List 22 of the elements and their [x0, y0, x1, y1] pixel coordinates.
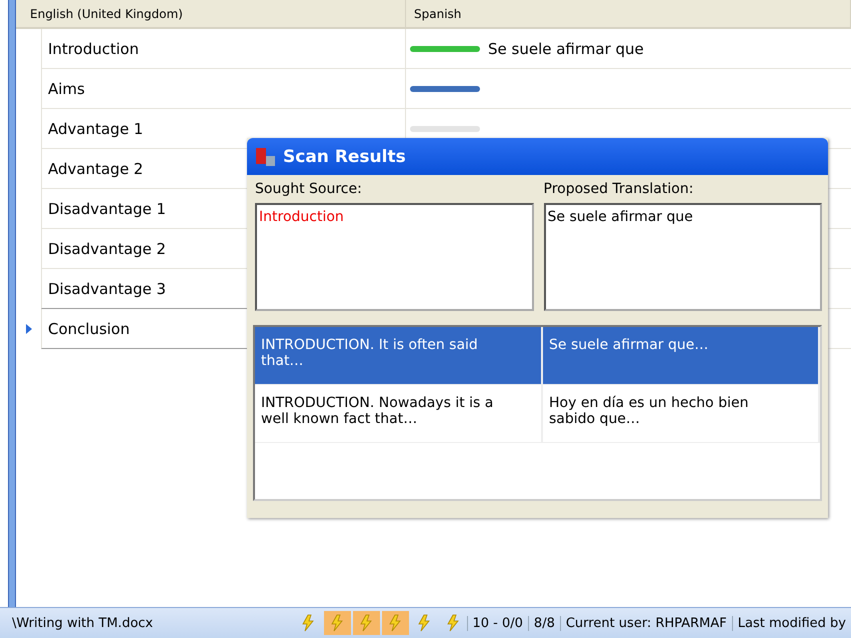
table-cell: Se suele afirmar que — [488, 40, 644, 58]
field-label: Proposed Translation: — [544, 181, 694, 197]
lightning-icon[interactable] — [352, 611, 380, 635]
result-row[interactable]: INTRODUCTION. It is often said that… Se suele afirmar que… — [255, 327, 820, 385]
result-row[interactable]: INTRODUCTION. Nowadays it is a well known fact that… Hoy en día es un hecho bien sabido que… — [255, 385, 820, 443]
lightning-icon[interactable] — [324, 611, 350, 635]
table-cell: Aims — [41, 69, 406, 109]
source-field[interactable]: Introduction — [255, 203, 534, 311]
app-logo-icon — [255, 146, 277, 166]
file-name: \Writing with TM.docx — [11, 616, 154, 630]
column-header[interactable]: Spanish — [406, 0, 851, 27]
dialog-title: Scan Results — [283, 146, 406, 166]
table-cell: Introduction — [41, 29, 406, 69]
status-field: 8/8 — [528, 616, 560, 630]
status-field: Last modified by — [732, 616, 851, 630]
lightning-icon[interactable] — [382, 611, 408, 635]
result-target: Hoy en día es un hecho bien sabido que… — [543, 385, 820, 442]
result-source: INTRODUCTION. Nowadays it is a well known fact that… — [255, 385, 543, 442]
translation-field[interactable]: Se suele afirmar que — [544, 203, 822, 311]
column-header[interactable]: English (United Kingdom) — [16, 0, 406, 27]
status-field: Current user: RHPARMAF — [560, 616, 732, 630]
status-field: 10 - 0/0 — [466, 616, 528, 630]
